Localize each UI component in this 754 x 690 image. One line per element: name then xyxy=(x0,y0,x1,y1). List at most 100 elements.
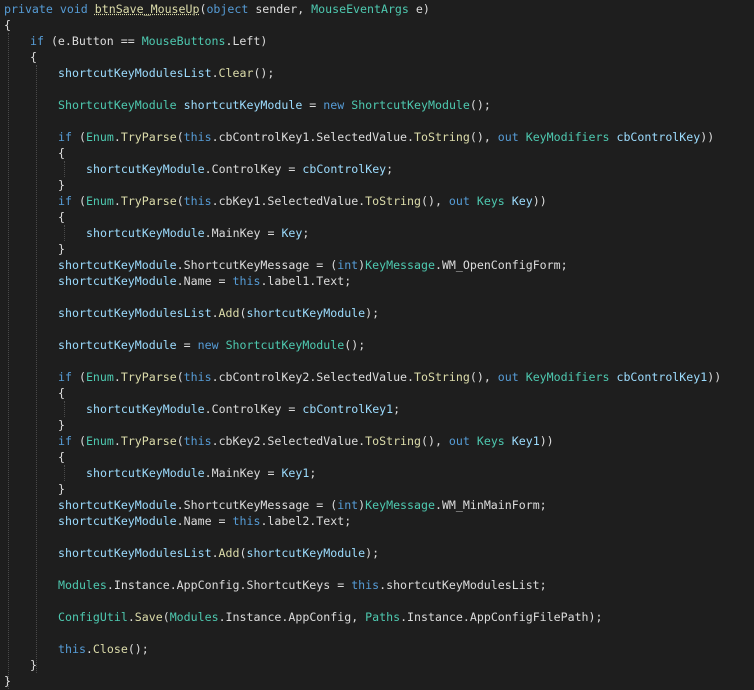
method-token: ToString xyxy=(365,194,421,208)
plain-token: .ControlKey = xyxy=(204,162,303,176)
variable-token: Key1 xyxy=(281,466,310,480)
plain-token: { xyxy=(58,450,65,464)
type-token: ShortcutKeyModule xyxy=(351,98,470,112)
plain-token: ); xyxy=(365,546,380,560)
plain-token: .cbControlKey2.SelectedValue. xyxy=(211,370,415,384)
indent-guide xyxy=(8,33,9,689)
keyword-token: out xyxy=(448,434,470,448)
plain-token: } xyxy=(58,418,65,432)
type-token: KeyMessage xyxy=(365,258,435,272)
code-line: ConfigUtil.Save(Modules.Instance.AppConf… xyxy=(58,609,603,625)
method-token: Save xyxy=(134,610,163,624)
plain-token: { xyxy=(4,18,11,32)
code-line: shortcutKeyModulesList.Clear(); xyxy=(58,65,274,81)
plain-token: ; xyxy=(386,162,394,176)
type-token: Modules xyxy=(169,610,219,624)
type-token: Enum xyxy=(85,130,114,144)
code-line: { xyxy=(30,49,37,65)
type-token: Paths xyxy=(365,610,401,624)
method-token: TryParse xyxy=(120,130,177,144)
variable-token: Key xyxy=(511,194,533,208)
indent-guide xyxy=(64,225,65,241)
plain-token: (), xyxy=(421,434,449,448)
type-token: MouseEventArgs xyxy=(311,2,409,16)
variable-token: shortcutKeyModulesList xyxy=(58,546,212,560)
code-line: this.Close(); xyxy=(58,641,149,657)
variable-token: shortcutKeyModule xyxy=(246,546,366,560)
plain-token: (), xyxy=(469,370,498,384)
plain-token: (), xyxy=(469,130,498,144)
code-editor[interactable]: private void btnSave_MouseUp (object send… xyxy=(0,0,754,690)
code-line: Modules.Instance.AppConfig.ShortcutKeys … xyxy=(58,577,547,593)
plain-token: . xyxy=(85,642,93,656)
plain-token: )) xyxy=(539,434,554,448)
code-line: if (Enum.TryParse(this.cbKey1.SelectedVa… xyxy=(58,193,547,209)
code-line: } xyxy=(58,417,65,433)
keyword-token: this xyxy=(183,130,212,144)
code-line: shortcutKeyModule.ShortcutKeyMessage = (… xyxy=(58,497,547,513)
keyword-token: this xyxy=(183,434,212,448)
plain-token: (); xyxy=(469,98,491,112)
variable-token: shortcutKeyModule xyxy=(86,226,205,240)
plain-token: .MainKey = xyxy=(204,226,282,240)
plain-token: )) xyxy=(707,370,722,384)
variable-token: cbControlKey xyxy=(616,130,701,144)
method-token: Add xyxy=(218,546,240,560)
method-token: btnSave_MouseUp xyxy=(94,2,200,16)
plain-token: ( xyxy=(71,130,86,144)
keyword-token: if xyxy=(58,194,72,208)
type-token: ConfigUtil xyxy=(58,610,128,624)
keyword-token: this xyxy=(58,642,86,656)
variable-token: shortcutKeyModule xyxy=(58,274,177,288)
method-token: ToString xyxy=(365,434,421,448)
method-token: ToString xyxy=(414,130,470,144)
variable-token: shortcutKeyModulesList xyxy=(58,66,212,80)
code-line: shortcutKeyModule.Name = this.label2.Tex… xyxy=(58,513,351,529)
plain-token: .Name = xyxy=(176,514,233,528)
plain-token: . xyxy=(113,370,121,384)
plain-token: .cbKey2.SelectedValue. xyxy=(211,434,366,448)
method-token: Clear xyxy=(218,66,254,80)
keyword-token: out xyxy=(497,370,519,384)
variable-token: shortcutKeyModulesList xyxy=(58,306,212,320)
plain-token: .cbControlKey1.SelectedValue. xyxy=(211,130,415,144)
plain-token: )) xyxy=(532,194,547,208)
type-token: Keys xyxy=(476,434,505,448)
plain-token: ( xyxy=(71,370,86,384)
method-token: TryParse xyxy=(120,194,177,208)
keyword-token: out xyxy=(497,130,519,144)
keyword-token: if xyxy=(58,130,72,144)
keyword-token: this xyxy=(232,514,261,528)
plain-token: .ShortcutKeyMessage = ( xyxy=(176,498,338,512)
plain-token: { xyxy=(58,386,65,400)
plain-token: { xyxy=(58,210,65,224)
plain-token: = xyxy=(176,338,198,352)
type-token: KeyMessage xyxy=(365,498,435,512)
plain-token: .Left) xyxy=(225,34,268,48)
plain-token: (), xyxy=(421,194,449,208)
code-line: shortcutKeyModule = new ShortcutKeyModul… xyxy=(58,337,365,353)
type-token: Enum xyxy=(85,434,114,448)
plain-token: .WM_OpenConfigForm; xyxy=(434,258,568,272)
plain-token: } xyxy=(58,242,65,256)
plain-token: .ControlKey = xyxy=(204,402,303,416)
method-token: TryParse xyxy=(120,434,177,448)
variable-token: shortcutKeyModule xyxy=(86,402,205,416)
keyword-token: object xyxy=(206,2,249,16)
plain-token: { xyxy=(30,50,37,64)
keyword-token: out xyxy=(448,194,470,208)
plain-token: . xyxy=(127,610,135,624)
code-line: ShortcutKeyModule shortcutKeyModule = ne… xyxy=(58,97,491,113)
code-line: { xyxy=(58,145,65,161)
code-line: if (Enum.TryParse(this.cbControlKey2.Sel… xyxy=(58,369,721,385)
code-line: private void btnSave_MouseUp(object send… xyxy=(4,1,430,17)
plain-token: .MainKey = xyxy=(204,466,282,480)
variable-token: cbControlKey1 xyxy=(302,402,394,416)
variable-token: shortcutKeyModule xyxy=(58,514,177,528)
keyword-token: private xyxy=(4,2,53,16)
plain-token: . xyxy=(113,130,121,144)
